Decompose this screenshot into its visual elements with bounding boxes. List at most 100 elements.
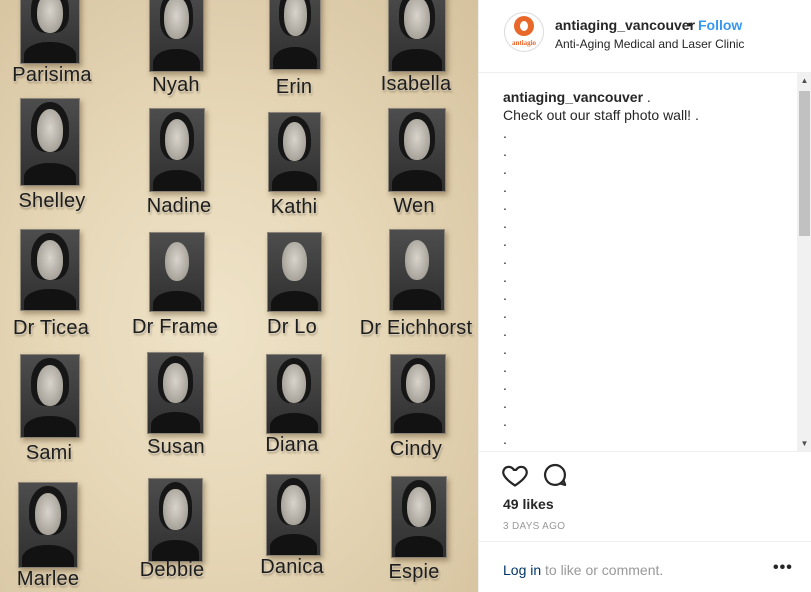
brand-logo-icon: [514, 16, 534, 36]
portrait-face: [404, 0, 430, 40]
portrait-face: [283, 0, 307, 37]
staff-portrait: [147, 352, 204, 434]
caption-dot: .: [503, 287, 507, 303]
staff-name-label: Cindy: [389, 438, 443, 460]
staff-photo-wall: Parisima Nyah Erin Isabella Shelley Nadine Kat…: [0, 0, 478, 592]
post-timestamp[interactable]: 3 DAYS AGO: [503, 521, 565, 532]
staff-name-label: Shelley: [18, 190, 86, 212]
post-photo[interactable]: Parisima Nyah Erin Isabella Shelley Nadine Kat…: [0, 0, 478, 592]
staff-name-label: Espie: [388, 561, 440, 583]
staff-portrait: [388, 108, 446, 192]
staff-name-label: Erin: [275, 76, 313, 98]
staff-name-label: Debbie: [139, 559, 205, 581]
scroll-thumb[interactable]: [799, 91, 810, 236]
portrait-shoulders: [24, 162, 76, 185]
portrait-shoulders: [272, 170, 317, 191]
staff-name-label: Marlee: [16, 568, 80, 590]
portrait-shoulders: [273, 46, 317, 69]
portrait-face: [282, 122, 307, 162]
avatar-logo-text: antiagio: [511, 39, 537, 47]
caption-dot: .: [503, 215, 507, 231]
caption-dot: .: [503, 197, 507, 213]
staff-name-label: Kathi: [270, 196, 318, 218]
comment-icon: [543, 463, 567, 487]
caption-dot: .: [503, 341, 507, 357]
portrait-shoulders: [153, 169, 201, 191]
portrait-face: [281, 484, 306, 525]
staff-portrait: [18, 482, 78, 568]
caption-text: Check out our staff photo wall! .: [503, 107, 699, 123]
post-actions: 49 likes 3 DAYS AGO Log in to like or co…: [479, 451, 811, 592]
portrait-shoulders: [270, 534, 317, 555]
staff-portrait: [20, 98, 80, 186]
caption-username[interactable]: antiaging_vancouver: [503, 89, 643, 105]
scroll-down-icon[interactable]: ▼: [797, 436, 811, 451]
comment-button[interactable]: [541, 461, 569, 489]
portrait-face: [34, 493, 62, 536]
caption-dots: ..................: [503, 124, 523, 448]
staff-portrait: [149, 232, 205, 312]
portrait-face: [164, 118, 190, 160]
staff-name-label: Danica: [260, 556, 324, 578]
portrait-shoulders: [271, 290, 318, 311]
follow-button[interactable]: Follow: [698, 17, 742, 33]
login-row: Log in to like or comment. •••: [479, 541, 811, 592]
staff-name-label: Dr Ticea: [12, 317, 90, 339]
staff-name-label: Dr Lo: [267, 316, 317, 338]
location-link[interactable]: Anti-Aging Medical and Laser Clinic: [555, 37, 744, 51]
staff-portrait: [266, 354, 322, 434]
caption-dot: .: [503, 413, 507, 429]
portrait-face: [164, 0, 189, 40]
caption-dot: .: [503, 305, 507, 321]
portrait-face: [404, 239, 430, 280]
staff-portrait: [267, 232, 322, 312]
login-link[interactable]: Log in: [503, 562, 541, 578]
staff-name-label: Dr Eichhorst: [359, 317, 473, 339]
staff-portrait: [149, 0, 204, 72]
staff-portrait: [20, 0, 80, 64]
portrait-face: [36, 0, 64, 33]
caption-dot: .: [503, 269, 507, 285]
staff-portrait: [20, 354, 80, 438]
caption-dot: .: [503, 161, 507, 177]
likes-count[interactable]: 49 likes: [503, 496, 554, 512]
portrait-shoulders: [395, 536, 443, 557]
more-icon[interactable]: •••: [773, 559, 793, 577]
comments-area: antiaging_vancouver . Check out our staf…: [479, 73, 811, 451]
like-button[interactable]: [501, 461, 529, 489]
staff-name-label: Isabella: [380, 73, 452, 95]
staff-portrait: [389, 229, 445, 311]
portrait-shoulders: [153, 49, 200, 71]
portrait-face: [164, 242, 190, 282]
avatar[interactable]: antiagio: [504, 12, 544, 52]
caption-dot: .: [503, 125, 507, 141]
caption-dot: .: [503, 431, 507, 447]
scroll-up-icon[interactable]: ▲: [797, 73, 811, 88]
comments-scrollbar[interactable]: ▲ ▼: [797, 73, 811, 451]
portrait-shoulders: [24, 42, 76, 63]
staff-portrait: [388, 0, 446, 72]
login-prompt: to like or comment.: [545, 562, 664, 578]
caption-dot: .: [503, 377, 507, 393]
portrait-face: [405, 364, 431, 404]
portrait-shoulders: [392, 49, 442, 71]
staff-name-label: Parisima: [12, 64, 92, 86]
staff-name-label: Nyah: [152, 74, 200, 96]
username-link[interactable]: antiaging_vancouver: [555, 17, 695, 33]
staff-portrait: [266, 474, 321, 556]
separator-dot: •: [687, 16, 692, 32]
staff-portrait: [148, 478, 203, 562]
caption-dot: .: [503, 179, 507, 195]
staff-portrait: [149, 108, 205, 192]
staff-portrait: [269, 0, 321, 70]
portrait-shoulders: [393, 289, 441, 310]
caption-after-user: .: [643, 89, 651, 105]
caption-dot: .: [503, 251, 507, 267]
staff-name-label: Sami: [25, 442, 73, 464]
caption-dot: .: [503, 233, 507, 249]
portrait-shoulders: [394, 412, 442, 433]
staff-portrait: [268, 112, 321, 192]
staff-name-label: Wen: [393, 195, 435, 217]
post-panel: antiagio antiaging_vancouver • Follow An…: [478, 0, 811, 592]
caption: antiaging_vancouver . Check out our staf…: [503, 88, 793, 124]
